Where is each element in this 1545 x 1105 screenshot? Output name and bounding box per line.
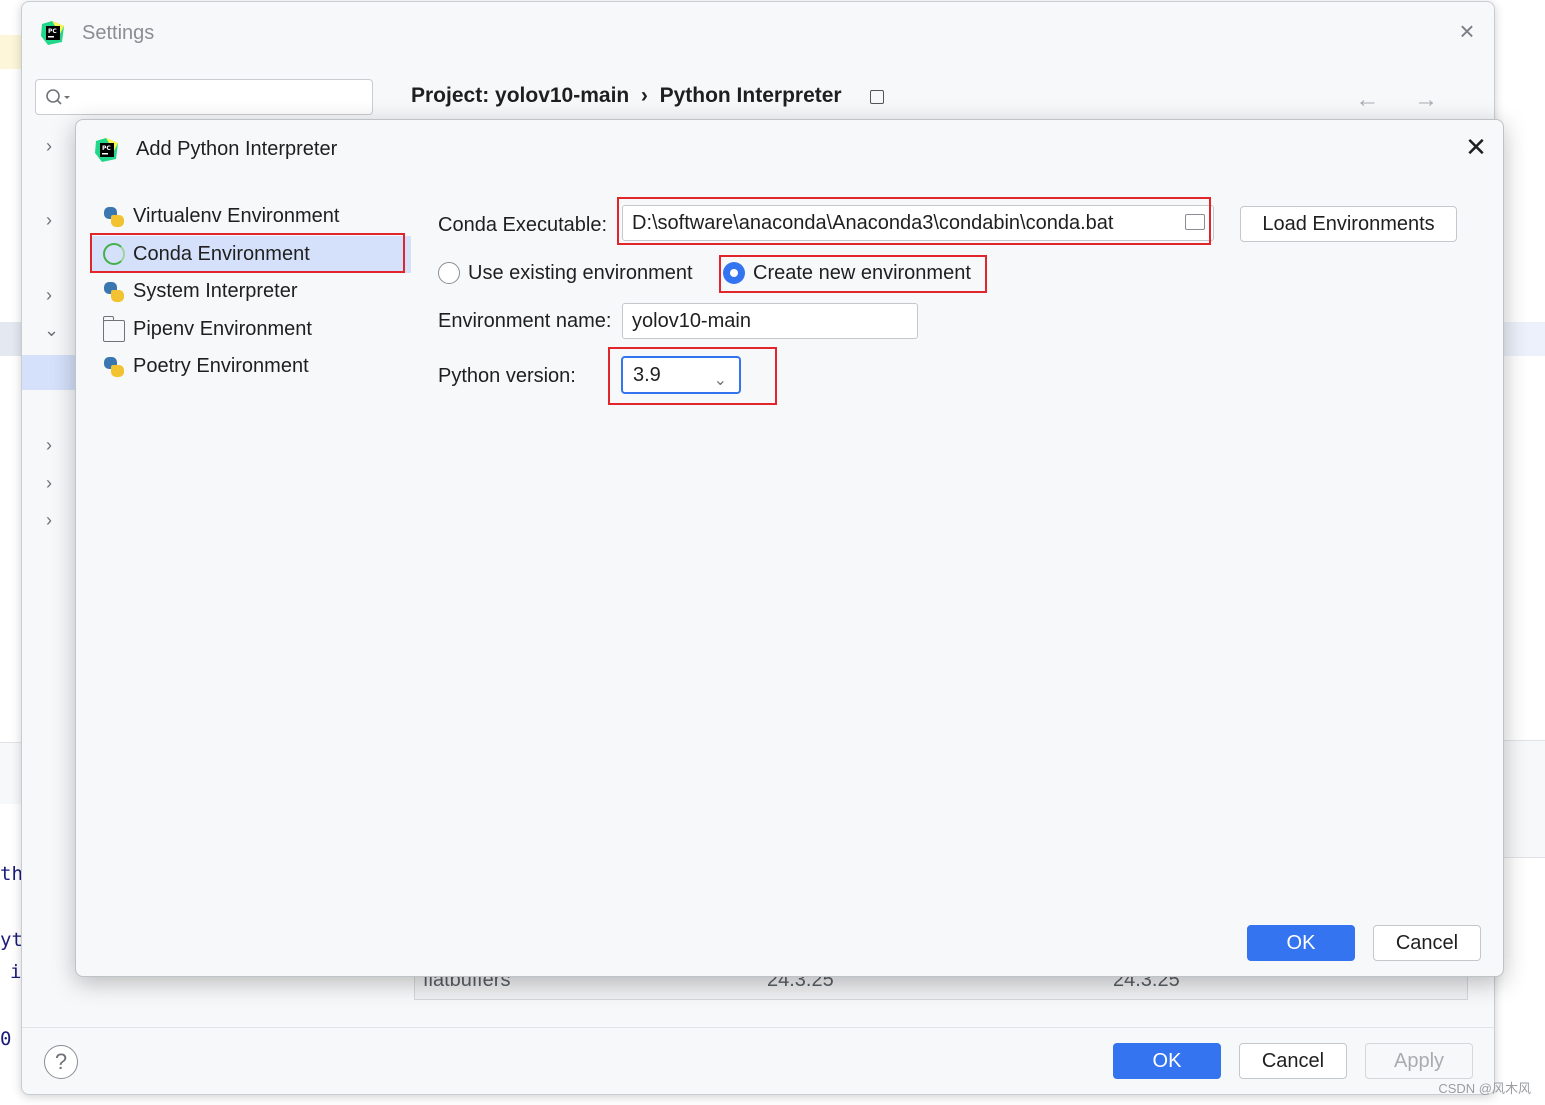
breadcrumb: Project: yolov10-main › Python Interpret…: [411, 84, 842, 107]
python-icon: [103, 281, 125, 303]
chevron-down-icon: ⌄: [713, 372, 727, 389]
settings-apply-button[interactable]: Apply: [1365, 1043, 1473, 1079]
chevron-right-icon[interactable]: ›: [46, 510, 52, 531]
folder-icon: [102, 315, 125, 342]
svg-text:PC: PC: [102, 145, 111, 152]
background-code-line: i: [10, 961, 22, 983]
conda-icon: [103, 243, 125, 266]
svg-text:PC: PC: [48, 28, 57, 35]
conda-executable-value: D:\software\anaconda\Anaconda3\condabin\…: [632, 212, 1114, 234]
env-item-label: Pipenv Environment: [133, 317, 312, 340]
add-interpreter-dialog: PC Add Python Interpreter ✕ Virtualenv E…: [75, 119, 1504, 977]
use-existing-radio[interactable]: [438, 262, 460, 284]
python-version-label: Python version:: [438, 365, 576, 387]
env-item-label: System Interpreter: [133, 280, 298, 303]
environment-name-field[interactable]: yolov10-main: [622, 303, 918, 339]
tree-selected-row[interactable]: [22, 355, 82, 390]
chevron-right-icon[interactable]: ›: [46, 210, 52, 231]
chevron-right-icon[interactable]: ›: [46, 473, 52, 494]
background-editor-selection: [0, 322, 21, 356]
dialog-ok-button[interactable]: OK: [1247, 925, 1355, 961]
environment-name-value: yolov10-main: [632, 310, 751, 332]
env-item-system[interactable]: System Interpreter: [91, 273, 411, 311]
settings-ok-button[interactable]: OK: [1113, 1043, 1221, 1079]
env-item-label: Conda Environment: [133, 242, 310, 265]
settings-title: Settings: [82, 22, 155, 44]
close-icon[interactable]: ×: [1454, 18, 1480, 44]
python-version-select[interactable]: 3.9 ⌄: [621, 356, 741, 394]
python-icon: [103, 356, 125, 378]
use-existing-label[interactable]: Use existing environment: [468, 262, 693, 285]
env-item-poetry[interactable]: Poetry Environment: [91, 348, 411, 386]
chevron-down-icon[interactable]: ⌄: [44, 320, 59, 341]
background-code-line: th: [0, 863, 23, 885]
settings-titlebar: PC Settings ×: [22, 2, 1494, 64]
chevron-right-icon[interactable]: ›: [46, 136, 52, 157]
environment-list: Virtualenv Environment Conda Environment…: [91, 198, 411, 386]
close-icon[interactable]: ✕: [1463, 134, 1489, 160]
settings-search-input[interactable]: [35, 79, 373, 115]
background-editor-highlight: [0, 35, 21, 69]
browse-folder-icon[interactable]: [1185, 214, 1205, 230]
help-button[interactable]: ?: [44, 1045, 78, 1079]
dialog-title: Add Python Interpreter: [136, 138, 338, 160]
background-left-panel: [0, 742, 21, 804]
conda-executable-label: Conda Executable:: [438, 214, 608, 236]
env-item-conda[interactable]: Conda Environment: [91, 235, 411, 273]
load-environments-button[interactable]: Load Environments: [1240, 206, 1457, 242]
background-code-line: 0: [0, 1028, 12, 1050]
python-icon: [103, 206, 125, 228]
environment-name-label: Environment name:: [438, 310, 612, 332]
dialog-cancel-button[interactable]: Cancel: [1373, 925, 1481, 961]
pycharm-logo-icon: PC: [95, 138, 118, 162]
create-new-label[interactable]: Create new environment: [753, 262, 971, 285]
window-icon[interactable]: [870, 90, 884, 104]
env-item-virtualenv[interactable]: Virtualenv Environment: [91, 198, 411, 236]
watermark: CSDN @风木风: [1438, 1081, 1531, 1096]
env-item-label: Poetry Environment: [133, 355, 309, 378]
conda-executable-field[interactable]: D:\software\anaconda\Anaconda3\condabin\…: [622, 205, 1214, 241]
search-icon: [46, 89, 70, 105]
env-item-pipenv[interactable]: Pipenv Environment: [91, 311, 411, 349]
pycharm-logo-icon: PC: [41, 21, 64, 45]
chevron-right-icon[interactable]: ›: [46, 435, 52, 456]
python-version-value: 3.9: [633, 364, 661, 386]
navigation-arrows[interactable]: ← →: [1355, 86, 1452, 114]
create-new-radio[interactable]: [723, 262, 745, 284]
settings-cancel-button[interactable]: Cancel: [1239, 1043, 1347, 1079]
chevron-right-icon[interactable]: ›: [46, 285, 52, 306]
env-item-label: Virtualenv Environment: [133, 205, 340, 228]
background-code-line: yt: [0, 929, 23, 951]
